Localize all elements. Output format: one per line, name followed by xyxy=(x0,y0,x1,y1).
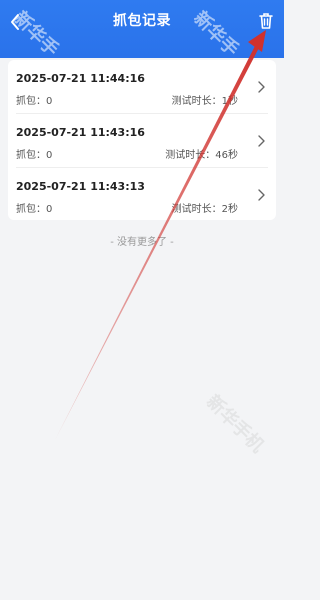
chevron-right-icon xyxy=(258,81,265,93)
trash-icon xyxy=(259,13,273,29)
chevron-right-icon xyxy=(258,189,265,201)
app-header: 抓包记录 xyxy=(0,0,284,58)
watermark: 新华手机 xyxy=(202,391,268,457)
delete-all-button[interactable] xyxy=(254,8,278,34)
page-title: 抓包记录 xyxy=(113,13,171,29)
record-duration: 测试时长：2秒 xyxy=(171,204,238,215)
record-list: 2025-07-21 11:44:16 抓包：0 测试时长：1秒 2025-07… xyxy=(8,60,276,220)
record-time: 2025-07-21 11:44:16 xyxy=(16,72,145,85)
record-row[interactable]: 2025-07-21 11:43:13 抓包：0 测试时长：2秒 xyxy=(8,168,276,221)
record-capture-count: 抓包：0 xyxy=(16,150,53,161)
no-more-text: - 没有更多了 - xyxy=(110,237,174,248)
record-row[interactable]: 2025-07-21 11:44:16 抓包：0 测试时长：1秒 xyxy=(8,60,276,113)
record-time: 2025-07-21 11:43:16 xyxy=(16,126,145,139)
chevron-right-icon xyxy=(258,135,265,147)
record-time: 2025-07-21 11:43:13 xyxy=(16,180,145,193)
record-capture-count: 抓包：0 xyxy=(16,204,53,215)
record-capture-count: 抓包：0 xyxy=(16,96,53,107)
record-duration: 测试时长：46秒 xyxy=(165,150,238,161)
record-row[interactable]: 2025-07-21 11:43:16 抓包：0 测试时长：46秒 xyxy=(8,114,276,167)
record-duration: 测试时长：1秒 xyxy=(171,96,238,107)
